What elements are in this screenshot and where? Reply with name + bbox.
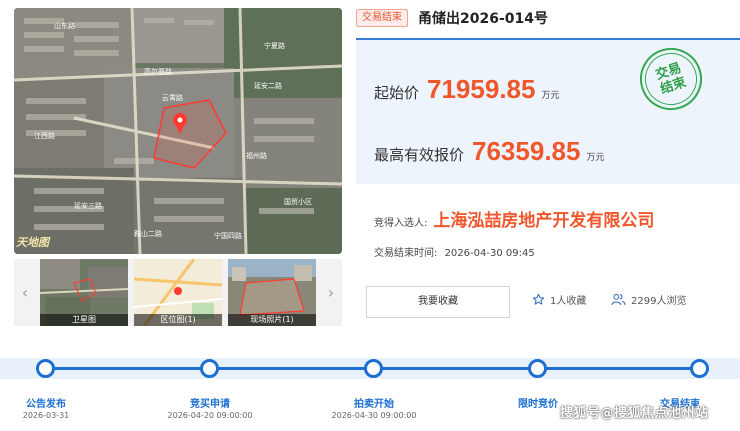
timeline-node (200, 359, 219, 378)
map-watermark: 天地图 (16, 236, 49, 249)
timeline-step-label: 竞买申请 (190, 399, 230, 410)
start-price-row: 起始价 71959.85 万元 (374, 74, 559, 105)
timeline-node (690, 359, 709, 378)
status-badge: 交易结束 (356, 9, 408, 27)
start-price-label: 起始价 (374, 84, 420, 102)
max-bid-label: 最高有效报价 (374, 146, 465, 164)
winner-name: 上海泓喆房地产开发有限公司 (433, 211, 655, 231)
map-street-label: 云霄路 (162, 93, 183, 102)
map-street-label: 宁国四路 (214, 231, 242, 240)
map-street-label: 国贸小区 (284, 197, 312, 206)
timeline-step-label: 拍卖开始 (354, 399, 394, 410)
prev-thumbnail-icon[interactable]: ‹ (14, 259, 36, 326)
favorite-count: 1人收藏 (532, 292, 586, 307)
satellite-map-graphic: 山东路云霄路 高尔基路江西路福州路 延安二路 宁夏路宁国四路 鞍山二路 国贸小区 延安三路 (14, 8, 342, 254)
timeline-step-date: 2026-04-30 09:00:00 (331, 411, 417, 420)
max-bid-unit: 万元 (586, 153, 605, 163)
start-price-value: 71959.85 (427, 74, 536, 104)
thumbnail-caption: 现场照片(1) (228, 314, 316, 326)
thumbnail-satellite[interactable]: 卫星图 (40, 259, 128, 326)
end-time-label: 交易结束时间: (374, 248, 438, 259)
stamp-text-line2: 结束 (658, 74, 688, 98)
timeline-node (36, 359, 55, 378)
map-street-label: 延安三路 (74, 201, 102, 210)
lot-header: 交易结束 甬储出2026-014号 (356, 8, 548, 28)
timeline-step-date: 2026-03-31 (22, 411, 70, 420)
users-icon (611, 293, 626, 306)
timeline-node (364, 359, 383, 378)
thumbnail-caption: 区位图(1) (134, 314, 222, 326)
map-street-label: 高尔基路 (144, 67, 172, 76)
winning-bidder: 竞得入选人: 上海泓喆房地产开发有限公司 (374, 206, 654, 231)
start-price-unit: 万元 (541, 91, 560, 101)
media-gallery: 山东路 云霄路 高尔基路 江西路 福州路 延安二路 宁夏路 宁国四路 鞍山二路 国贸小区 延安三路 … (14, 8, 342, 326)
max-bid-value: 76359.85 (472, 136, 581, 166)
map-street-label: 延安二路 (254, 81, 282, 90)
view-count-text: 2299人浏览 (631, 296, 687, 307)
end-time: 交易结束时间: 2026-04-30 09:45 (374, 244, 535, 259)
page-title: 甬储出2026-014号 (418, 11, 548, 27)
timeline-node (528, 359, 547, 378)
timeline-step-date: 2026-04-20 09:00:00 (167, 411, 253, 420)
thumbnail-location[interactable]: 区位图(1) (134, 259, 222, 326)
thumbnail-strip: ‹ 卫星图 区位图(1) 现场照片(1) › (14, 259, 342, 326)
satellite-map-image[interactable]: 山东路 云霄路 高尔基路 江西路 福州路 延安二路 宁夏路 宁国四路 鞍山二路 国贸小区 延安三路 … (14, 8, 342, 254)
map-street-label: 福州路 (246, 151, 267, 160)
end-time-value: 2026-04-30 09:45 (444, 248, 535, 259)
page: 山东路 云霄路 高尔基路 江西路 福州路 延安二路 宁夏路 宁国四路 鞍山二路 国贸小区 延安三路 … (0, 0, 740, 431)
map-street-label: 宁夏路 (264, 41, 285, 50)
thumbnail-caption: 卫星图 (40, 314, 128, 326)
favorite-count-text: 1人收藏 (550, 296, 587, 307)
favorite-button[interactable]: 我要收藏 (366, 286, 510, 318)
map-street-label: 鞍山二路 (134, 229, 162, 238)
winner-label: 竞得入选人: (374, 218, 428, 229)
timeline-step-label: 公告发布 (26, 399, 66, 410)
source-credit-watermark: 搜狐号@搜狐焦点池州站 (560, 406, 709, 421)
thumbnail-site-photo[interactable]: 现场照片(1) (228, 259, 316, 326)
stamp-text-line1: 交易 (653, 60, 684, 84)
map-street-label: 江西路 (34, 131, 55, 140)
view-count: 2299人浏览 (611, 292, 686, 307)
max-bid-row: 最高有效报价 76359.85 万元 (374, 136, 604, 167)
star-icon (532, 293, 545, 305)
map-street-label: 山东路 (54, 21, 75, 30)
next-thumbnail-icon[interactable]: › (320, 259, 342, 326)
